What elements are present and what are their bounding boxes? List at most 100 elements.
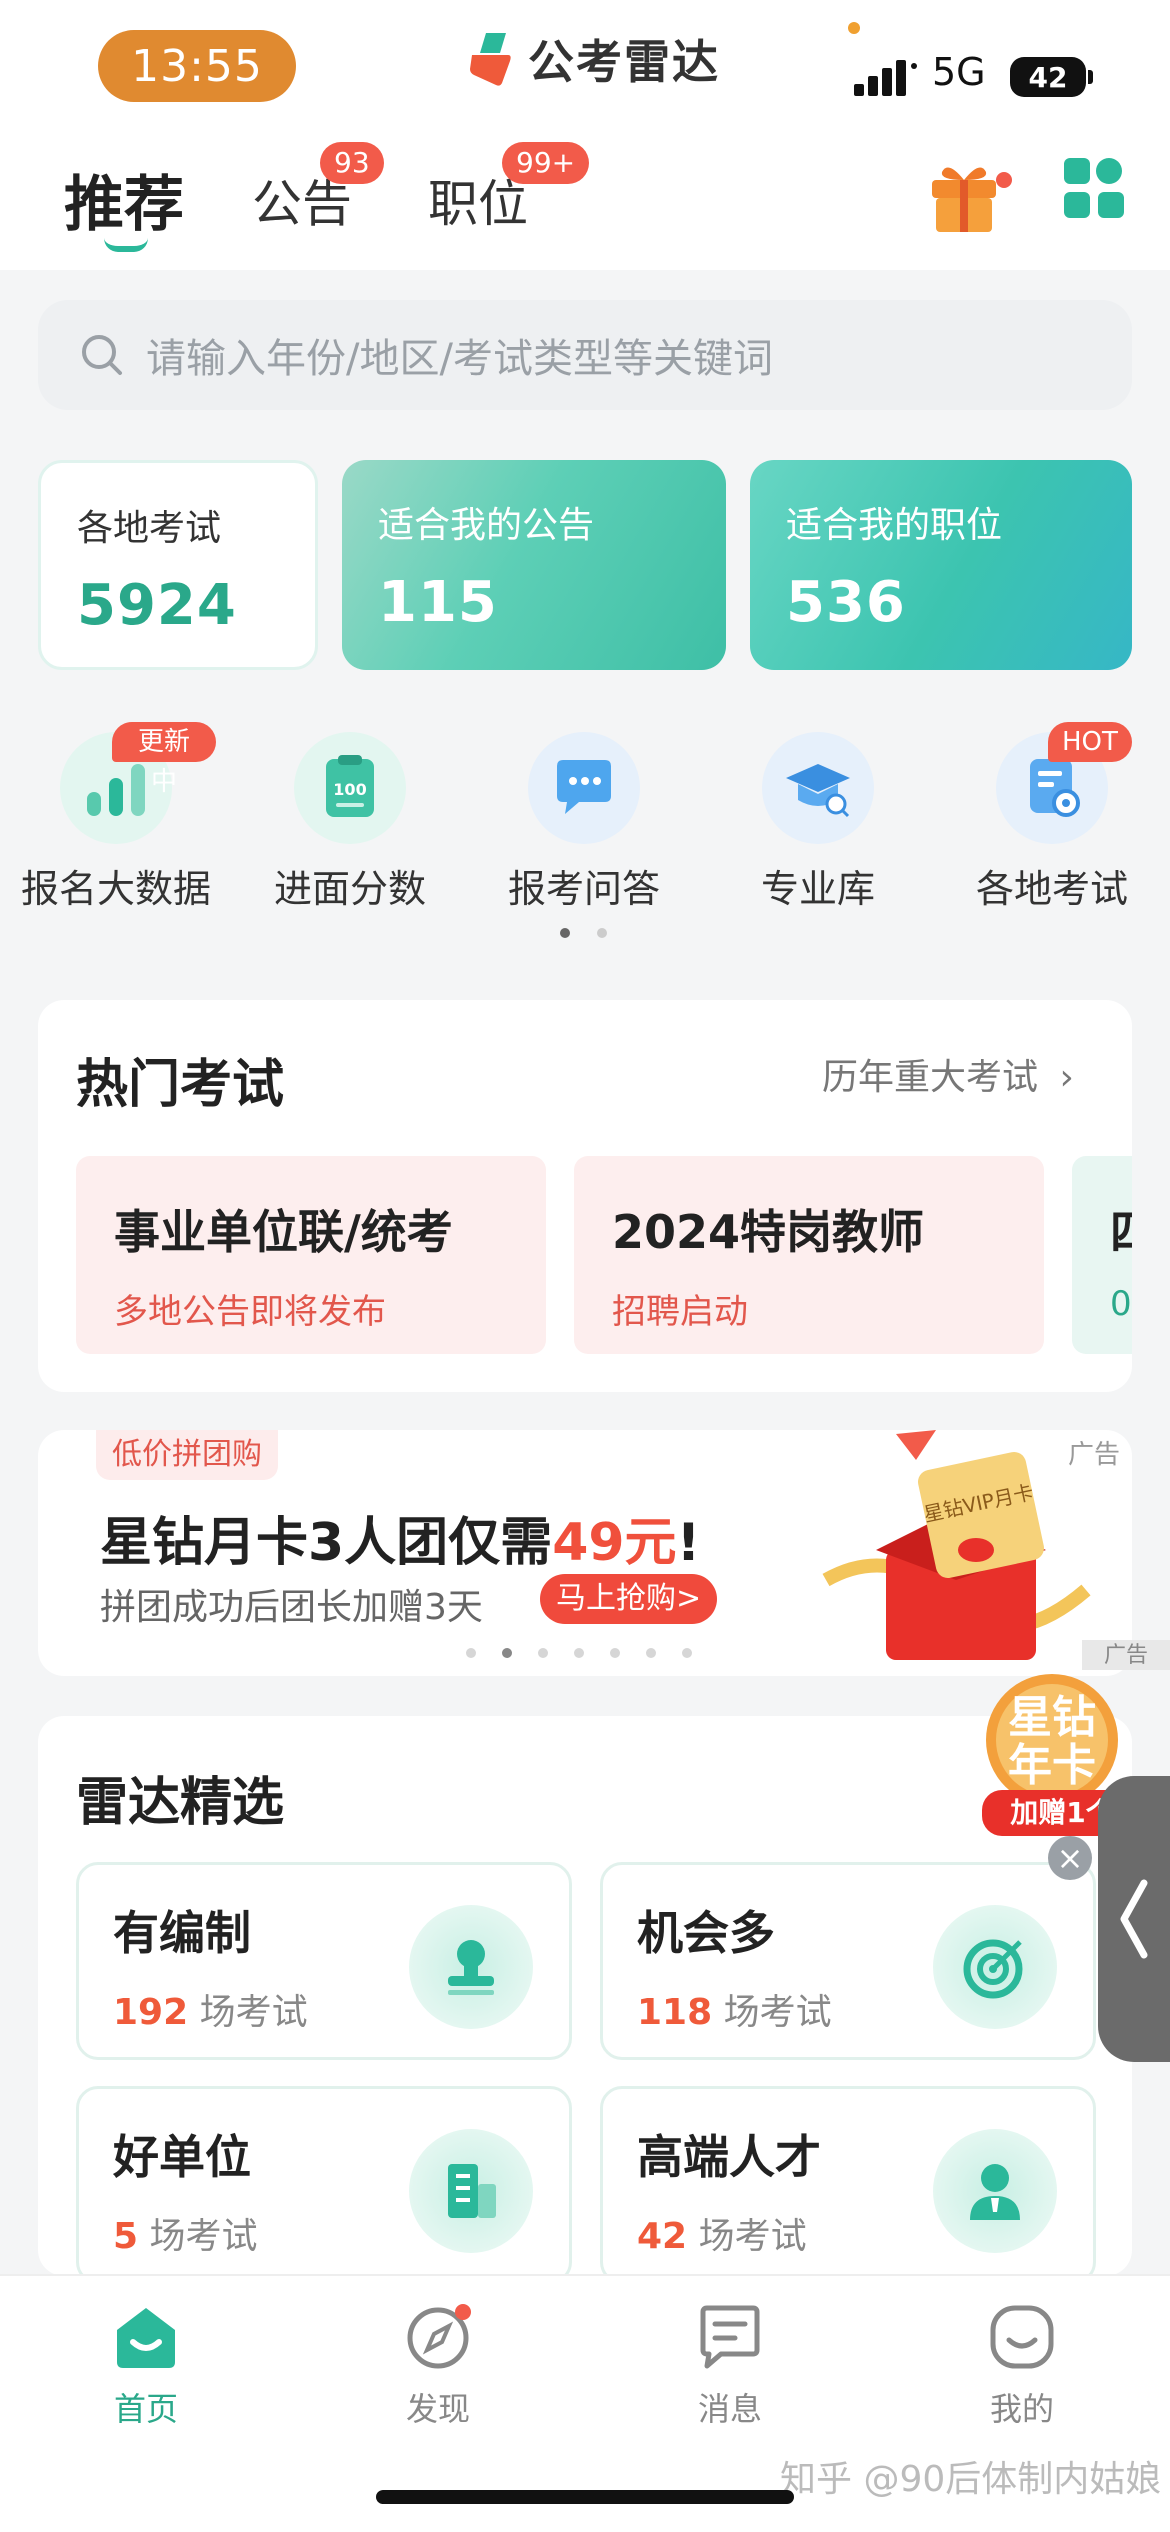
compass-icon [407, 2304, 471, 2369]
hot-card-title: 2024特岗教师 [612, 1205, 925, 1259]
search-placeholder: 请输入年份/地区/考试类型等关键词 [146, 336, 773, 382]
carousel-dot [610, 1648, 620, 1658]
radar-card[interactable]: 机会多 118 场考试 [600, 1862, 1096, 2060]
hot-exam-card[interactable]: 四 0 [1072, 1156, 1132, 1354]
exam-count: 42 [637, 2216, 688, 2257]
float-promo-line2: 年卡 [1008, 1740, 1096, 1791]
carousel-dot [466, 1648, 476, 1658]
gift-icon[interactable] [924, 150, 1016, 242]
quick-entry-qa[interactable]: 报考问答 [484, 732, 684, 913]
stat-card-exams[interactable]: 各地考试 5924 [38, 460, 318, 670]
quick-entry-major-library[interactable]: 专业库 [718, 732, 918, 913]
home-icon [117, 2308, 175, 2368]
stat-value: 5924 [77, 573, 237, 638]
radar-card[interactable]: 好单位 5 场考试 [76, 2086, 572, 2276]
section-title: 热门考试 [76, 1055, 285, 1115]
side-drawer-handle[interactable] [1098, 1776, 1170, 2062]
nav-discover[interactable]: 发现 [358, 2302, 518, 2430]
watermark: 知乎 @90后体制内姑娘 [780, 2459, 1162, 2500]
stat-card-positions[interactable]: 适合我的职位 536 [750, 460, 1132, 670]
exam-count: 192 [113, 1992, 189, 2033]
target-icon [933, 1905, 1057, 2029]
brand-logo-icon [470, 33, 511, 86]
hot-card-title: 四 [1110, 1196, 1132, 1262]
graduation-cap-icon [762, 732, 874, 844]
home-indicator [376, 2490, 794, 2504]
nav-me[interactable]: 我的 [942, 2302, 1102, 2430]
pager-dot-active [560, 928, 570, 938]
bottom-navigation: 首页 发现 消息 我的 知乎 @90后体制内姑娘 [0, 2274, 1170, 2532]
quick-entry-label: 报名大数据 [20, 867, 211, 911]
ad-price: 49元 [552, 1513, 677, 1573]
notice-count-badge: 93 [320, 142, 384, 184]
nav-label: 我的 [989, 2390, 1054, 2428]
float-ad-label: 广告 [1104, 1643, 1148, 1668]
close-icon[interactable]: × [1048, 1836, 1092, 1880]
exam-count: 118 [637, 1992, 713, 2033]
radar-card[interactable]: 有编制 192 场考试 [76, 1862, 572, 2060]
stamp-icon [409, 1905, 533, 2029]
exam-unit: 场考试 [149, 2216, 258, 2257]
signal-icon [854, 60, 917, 96]
past-major-exams-link[interactable]: 历年重大考试 › [822, 1048, 1074, 1100]
pager-dot [597, 928, 607, 938]
hot-badge: HOT [1048, 722, 1132, 762]
chevron-right-icon: › [1059, 1057, 1074, 1098]
updating-badge: 更新中 [112, 722, 216, 797]
message-icon [700, 2305, 760, 2369]
quick-entry-interview-scores[interactable]: 100 进面分数 [250, 732, 450, 913]
ad-headline-text: 星钻月卡3人团仅需 [100, 1513, 553, 1573]
buy-now-button[interactable]: 马上抢购> [540, 1574, 718, 1624]
network-type: 5G [932, 50, 986, 94]
stat-label: 各地考试 [77, 508, 222, 549]
carousel-dot-active [502, 1648, 512, 1658]
stat-label: 适合我的职位 [786, 505, 1003, 546]
hot-exam-card[interactable]: 2024特岗教师 招聘启动 [574, 1156, 1044, 1354]
stat-value: 536 [786, 570, 906, 635]
brand: 公考雷达 [468, 26, 720, 92]
ad-headline-end: ! [676, 1513, 701, 1573]
quick-entry-label: 进面分数 [273, 867, 426, 911]
battery-tip [1088, 70, 1093, 84]
ad-banner[interactable]: 低价拼团购 星钻月卡3人团仅需49元! 拼团成功后团长加赠3天 马上抢购> 广告… [38, 1430, 1132, 1676]
search-input[interactable]: 请输入年份/地区/考试类型等关键词 [38, 300, 1132, 410]
carousel-dot [646, 1648, 656, 1658]
status-time: 13:55 [98, 30, 296, 102]
section-title: 雷达精选 [76, 1773, 285, 1833]
quick-entry-label: 各地考试 [975, 867, 1128, 911]
hot-exam-card[interactable]: 事业单位联/统考 多地公告即将发布 [76, 1156, 546, 1354]
score-sheet-icon: 100 [294, 732, 406, 844]
svg-text:100: 100 [333, 780, 366, 799]
person-icon [933, 2129, 1057, 2253]
active-tab-indicator [104, 238, 148, 252]
ad-carousel-dots [466, 1648, 692, 1658]
quick-entry-label: 专业库 [760, 867, 875, 911]
exam-unit: 场考试 [723, 1992, 832, 2033]
hot-card-subtitle: 0 [1110, 1284, 1132, 1324]
quick-entry-registration-data[interactable]: 报名大数据 更新中 [16, 722, 216, 913]
radar-picks-section: 雷达精选 有编制 192 场考试 机会多 118 场考试 好单位 5 场考试 高… [38, 1716, 1132, 2276]
exam-unit: 场考试 [698, 2216, 807, 2257]
ad-subtitle: 拼团成功后团长加赠3天 [100, 1587, 483, 1628]
hot-card-subtitle: 招聘启动 [612, 1292, 748, 1332]
brand-name: 公考雷达 [528, 35, 720, 89]
nav-label: 发现 [405, 2390, 470, 2428]
link-label: 历年重大考试 [822, 1057, 1039, 1098]
nav-label: 消息 [697, 2390, 762, 2428]
hot-card-title: 事业单位联/统考 [114, 1205, 453, 1259]
apps-grid-icon[interactable] [1062, 156, 1128, 222]
search-icon [82, 335, 122, 375]
hot-card-subtitle: 多地公告即将发布 [114, 1292, 386, 1332]
radar-card[interactable]: 高端人才 42 场考试 [600, 2086, 1096, 2276]
nav-messages[interactable]: 消息 [650, 2302, 810, 2430]
quick-entry-local-exams[interactable]: 各地考试 HOT [952, 722, 1152, 913]
stat-card-notices[interactable]: 适合我的公告 115 [342, 460, 726, 670]
nav-home[interactable]: 首页 [66, 2302, 226, 2430]
ad-headline: 星钻月卡3人团仅需49元! [100, 1500, 700, 1575]
battery-icon: 42 [1010, 57, 1086, 97]
position-count-badge: 99+ [502, 142, 590, 184]
nav-label: 首页 [113, 2390, 178, 2428]
tab-recommend[interactable]: 推荐 [64, 156, 184, 243]
exam-unit: 场考试 [199, 1992, 308, 2033]
hot-exams-section: 热门考试 历年重大考试 › 事业单位联/统考 多地公告即将发布 2024特岗教师… [38, 1000, 1132, 1392]
